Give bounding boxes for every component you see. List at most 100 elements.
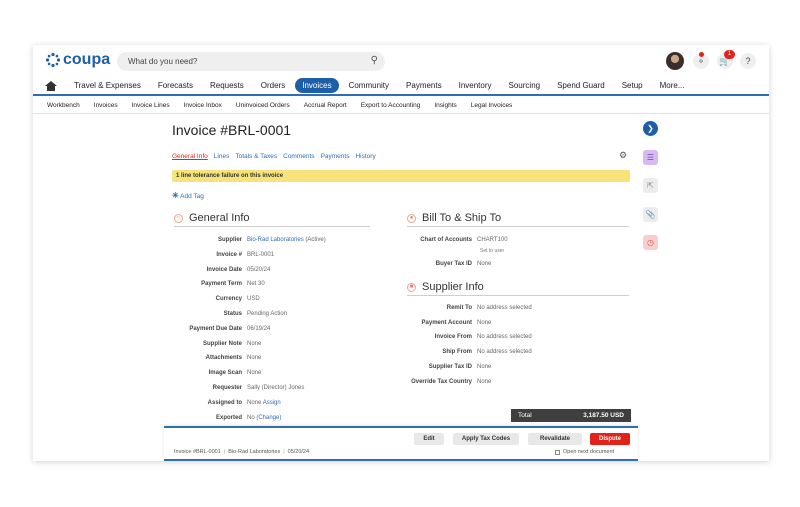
nav-invoices[interactable]: Invoices bbox=[295, 78, 339, 93]
subnav-export-to-accounting[interactable]: Export to Accounting bbox=[354, 102, 428, 109]
subnav-insights[interactable]: Insights bbox=[427, 102, 463, 109]
tab-comments[interactable]: Comments bbox=[283, 153, 314, 160]
subnav-uninvoiced-orders[interactable]: Uninvoiced Orders bbox=[229, 102, 297, 109]
attachments-label: Attachments bbox=[205, 355, 242, 362]
status-row: Status Pending Action bbox=[170, 311, 287, 317]
search-input[interactable]: What do you need? ⚲ bbox=[117, 52, 385, 71]
nav-payments[interactable]: Payments bbox=[399, 78, 449, 93]
nav-orders[interactable]: Orders bbox=[254, 78, 292, 93]
payment-term-value-cell: Net 30 bbox=[247, 281, 265, 287]
tab-general-info[interactable]: General Info bbox=[172, 153, 208, 160]
buyer-tax-label: Buyer Tax ID bbox=[435, 261, 472, 267]
exported-label: Exported bbox=[215, 414, 242, 421]
buyer-tax-value: None bbox=[477, 261, 492, 267]
avatar[interactable] bbox=[666, 52, 684, 70]
invoice-value-cell: BRL-0001 bbox=[247, 252, 274, 258]
revalidate-button[interactable]: Revalidate bbox=[528, 433, 582, 445]
dispute-button[interactable]: Dispute bbox=[590, 433, 630, 445]
tab-payments[interactable]: Payments bbox=[321, 153, 350, 160]
home-icon[interactable] bbox=[45, 80, 57, 91]
expand-icon[interactable]: ⇱ bbox=[643, 178, 658, 193]
edit-button[interactable]: Edit bbox=[414, 433, 444, 445]
currency-value-cell: USD bbox=[247, 296, 260, 302]
invoice-from-value-cell: No address selected bbox=[477, 334, 532, 340]
remit-to-label: Remit To bbox=[446, 305, 472, 311]
nav-requests[interactable]: Requests bbox=[203, 78, 251, 93]
tab-totals-taxes[interactable]: Totals & Taxes bbox=[235, 153, 277, 160]
help-icon[interactable]: ? bbox=[740, 53, 756, 69]
supplier-extra: (Active) bbox=[305, 237, 326, 243]
add-tag-link[interactable]: ✳ Add Tag bbox=[172, 191, 204, 200]
paperclip-icon[interactable]: 📎 bbox=[643, 207, 658, 222]
invoice-summary: Invoice #BRL-0001 | Bio-Rad Laboratories | 0… bbox=[174, 449, 310, 455]
supplier-note-label: Supplier Note bbox=[202, 340, 242, 347]
coupa-logo-icon bbox=[45, 52, 61, 68]
currency-value: USD bbox=[247, 296, 260, 303]
open-next-label: Open next document bbox=[563, 449, 615, 455]
subnav-accrual-report[interactable]: Accrual Report bbox=[297, 102, 354, 109]
chevron-right-icon[interactable]: ❯ bbox=[643, 121, 658, 136]
payment-account-value-cell: None bbox=[477, 320, 491, 326]
supplier-tax-id-value: None bbox=[477, 363, 492, 370]
ship-from-value: No address selected bbox=[477, 349, 532, 356]
supplier-info-title: Supplier Info bbox=[422, 281, 484, 293]
general-info-title: General Info bbox=[189, 212, 250, 224]
currency-row: Currency USD bbox=[170, 296, 260, 302]
cart-badge: 1 bbox=[724, 50, 735, 59]
subnav-invoice-lines[interactable]: Invoice Lines bbox=[125, 102, 177, 109]
attachments-value: None bbox=[247, 355, 262, 362]
exported-value: No bbox=[247, 414, 255, 421]
supplier-tax-id-label: Supplier Tax ID bbox=[428, 363, 472, 370]
payment-account-label: Payment Account bbox=[421, 319, 472, 326]
search-icon[interactable]: ⚲ bbox=[371, 55, 378, 66]
tab-lines[interactable]: Lines bbox=[214, 153, 230, 160]
nav-travel-expenses[interactable]: Travel & Expenses bbox=[67, 78, 148, 93]
page-title: Invoice #BRL-0001 bbox=[172, 122, 292, 138]
info-icon: ○ bbox=[174, 213, 183, 223]
remit-to-value: No address selected bbox=[477, 305, 532, 311]
nav-forecasts[interactable]: Forecasts bbox=[151, 78, 200, 93]
assigned-to-link[interactable]: Assign bbox=[263, 400, 281, 406]
attachments-row: Attachments None bbox=[170, 355, 262, 362]
apply-tax-codes-button[interactable]: Apply Tax Codes bbox=[453, 433, 519, 445]
invoice-from-label: Invoice From bbox=[434, 334, 472, 341]
add-tag-label: Add Tag bbox=[180, 193, 204, 200]
override-tax-country-value: None bbox=[477, 378, 492, 385]
notes-icon[interactable]: ☰ bbox=[643, 150, 658, 165]
supplier-row: Supplier Bio-Rad Laboratories (Active) bbox=[170, 237, 326, 243]
subnav-invoices[interactable]: Invoices bbox=[87, 102, 125, 109]
clock-icon[interactable]: ◷ bbox=[643, 235, 658, 250]
supplier-value[interactable]: Bio-Rad Laboratories bbox=[247, 237, 304, 243]
nav-sourcing[interactable]: Sourcing bbox=[502, 78, 548, 93]
nav-setup[interactable]: Setup bbox=[615, 78, 650, 93]
notification-dot bbox=[699, 52, 704, 57]
open-next-checkbox[interactable]: Open next document bbox=[555, 449, 614, 455]
payment-due-date-value: 06/19/24 bbox=[247, 325, 271, 332]
remit-to-row: Remit To No address selected bbox=[369, 305, 532, 311]
total-value: 3,187.50 USD bbox=[583, 412, 624, 419]
status-label: Status bbox=[223, 311, 242, 317]
chart-of-accounts-value: CHART100 bbox=[477, 237, 508, 243]
nav-inventory[interactable]: Inventory bbox=[452, 78, 499, 93]
supplier-icon: ■ bbox=[407, 282, 416, 292]
gear-icon[interactable]: ⚙ bbox=[619, 150, 627, 161]
ship-from-row: Ship From No address selected bbox=[369, 349, 532, 356]
nav-more[interactable]: More... bbox=[653, 78, 692, 93]
top-header: coupa What do you need? ⚲ ⚬ 🛒 1 ? bbox=[33, 45, 769, 77]
image-scan-label: Image Scan bbox=[208, 370, 242, 377]
checkbox-box[interactable] bbox=[555, 449, 560, 455]
currency-label: Currency bbox=[215, 296, 242, 303]
payment-term-row: Payment Term Net 30 bbox=[170, 281, 265, 287]
invoice-date-row: Invoice Date 05/20/24 bbox=[170, 267, 271, 273]
search-placeholder: What do you need? bbox=[128, 57, 198, 66]
nav-spend-guard[interactable]: Spend Guard bbox=[550, 78, 612, 93]
tab-history[interactable]: History bbox=[355, 153, 375, 160]
subnav-legal-invoices[interactable]: Legal Invoices bbox=[464, 102, 520, 109]
exported-link[interactable]: (Change) bbox=[256, 415, 281, 421]
image-scan-value: None bbox=[247, 370, 262, 377]
subnav-invoice-inbox[interactable]: Invoice Inbox bbox=[177, 102, 229, 109]
subnav-workbench[interactable]: Workbench bbox=[33, 102, 87, 109]
nav-community[interactable]: Community bbox=[342, 78, 396, 93]
buyer-tax-row: Buyer Tax ID None bbox=[369, 261, 492, 267]
coupa-logo[interactable]: coupa bbox=[45, 51, 110, 69]
